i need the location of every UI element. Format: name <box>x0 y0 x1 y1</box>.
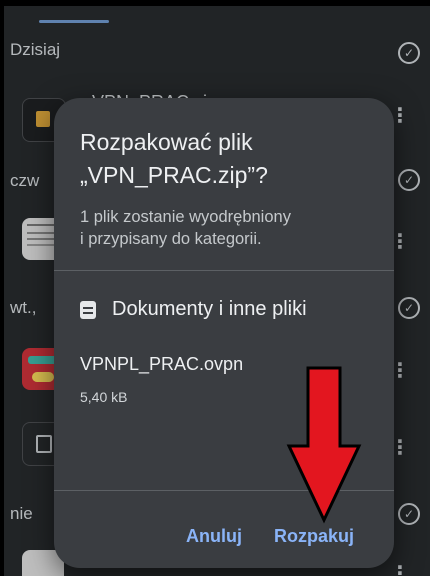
annotation-arrow-icon <box>286 366 362 524</box>
document-icon <box>80 300 96 319</box>
dialog-description-line1: 1 plik zostanie wyodrębniony <box>80 208 291 226</box>
extract-button[interactable]: Rozpakuj <box>274 526 354 547</box>
extracted-file-name: VPNPL_PRAC.ovpn <box>80 354 244 374</box>
category-row: Dokumenty i inne pliki <box>80 298 307 321</box>
category-label: Dokumenty i inne pliki <box>112 298 307 320</box>
dialog-description: 1 plik zostanie wyodrębniony i przypisan… <box>80 206 370 250</box>
dialog-description-line2: i przypisany do kategorii. <box>80 230 262 248</box>
dialog-title-line2: „VPN_PRAC.zip”? <box>80 162 268 188</box>
divider <box>54 270 394 271</box>
dialog-title-line1: Rozpakować plik <box>80 129 253 155</box>
cancel-button[interactable]: Anuluj <box>186 526 242 547</box>
dialog-title: Rozpakować plik „VPN_PRAC.zip”? <box>80 126 370 192</box>
extracted-file-size: 5,40 kB <box>80 389 128 405</box>
